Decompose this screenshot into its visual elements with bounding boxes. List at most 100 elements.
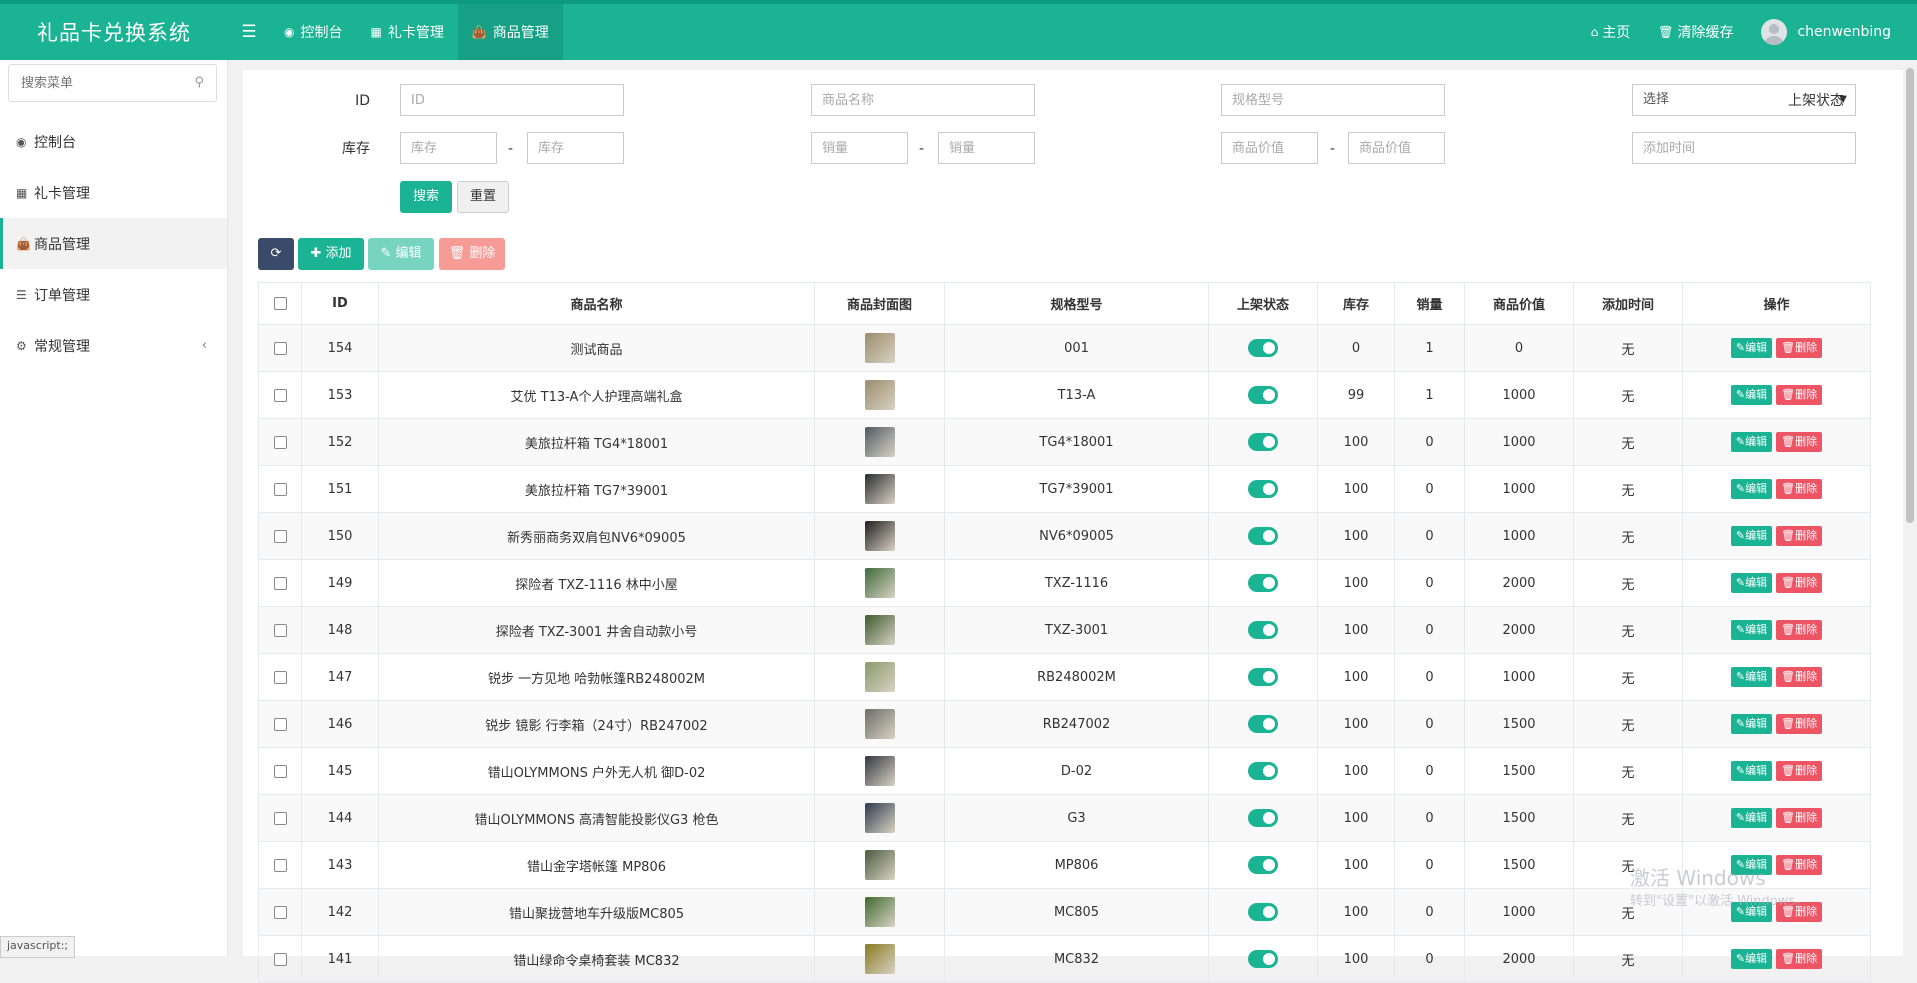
sidebar-item-orders[interactable]: ☰ 订单管理 <box>0 269 227 320</box>
product-thumbnail[interactable] <box>864 380 895 410</box>
row-edit-button[interactable]: ✎编辑 <box>1730 479 1773 499</box>
status-toggle[interactable] <box>1248 856 1278 874</box>
row-delete-button[interactable]: 🗑删除 <box>1776 385 1823 405</box>
column-header[interactable]: 上架状态 <box>1208 282 1318 325</box>
product-thumbnail[interactable] <box>864 709 895 739</box>
chevron-left-icon[interactable]: ‹ <box>202 338 207 353</box>
status-toggle[interactable] <box>1248 433 1278 451</box>
row-checkbox[interactable] <box>273 623 287 637</box>
edit-button[interactable]: ✎ 编辑 <box>368 238 434 270</box>
row-checkbox[interactable] <box>273 670 287 684</box>
product-thumbnail[interactable] <box>864 803 895 833</box>
column-header[interactable]: ID <box>301 282 379 325</box>
menu-toggle-icon[interactable]: ☰ <box>228 22 270 42</box>
row-checkbox[interactable] <box>273 905 287 919</box>
status-toggle[interactable] <box>1248 574 1278 592</box>
status-toggle[interactable] <box>1248 809 1278 827</box>
product-thumbnail[interactable] <box>864 333 895 363</box>
row-edit-button[interactable]: ✎编辑 <box>1730 949 1773 969</box>
scrollbar-thumb[interactable] <box>1906 68 1914 523</box>
filter-stock-max[interactable] <box>527 132 624 164</box>
user-menu[interactable]: chenwenbing <box>1747 19 1905 45</box>
row-edit-button[interactable]: ✎编辑 <box>1730 667 1773 687</box>
filter-value-max[interactable] <box>1348 132 1445 164</box>
row-edit-button[interactable]: ✎编辑 <box>1730 620 1773 640</box>
row-edit-button[interactable]: ✎编辑 <box>1730 573 1773 593</box>
row-checkbox[interactable] <box>273 576 287 590</box>
row-delete-button[interactable]: 🗑删除 <box>1776 949 1823 969</box>
filter-stock-min[interactable] <box>400 132 497 164</box>
product-thumbnail[interactable] <box>864 521 895 551</box>
column-header[interactable]: 商品名称 <box>378 282 815 325</box>
filter-value-min[interactable] <box>1221 132 1318 164</box>
row-delete-button[interactable]: 🗑删除 <box>1776 714 1823 734</box>
status-toggle[interactable] <box>1248 762 1278 780</box>
row-delete-button[interactable]: 🗑删除 <box>1776 855 1823 875</box>
reset-button[interactable]: 重置 <box>457 181 509 213</box>
column-header[interactable]: 商品价值 <box>1464 282 1574 325</box>
filter-id-input[interactable] <box>400 84 624 116</box>
row-checkbox[interactable] <box>273 764 287 778</box>
row-edit-button[interactable]: ✎编辑 <box>1730 808 1773 828</box>
status-toggle[interactable] <box>1248 950 1278 968</box>
clear-cache-link[interactable]: 🗑 清除缓存 <box>1644 22 1747 42</box>
sidebar-item-dashboard[interactable]: ◉ 控制台 <box>0 116 227 167</box>
filter-time-input[interactable] <box>1632 132 1856 164</box>
refresh-button[interactable]: ⟳ <box>258 238 294 270</box>
column-header[interactable]: 商品封面图 <box>814 282 945 325</box>
row-checkbox[interactable] <box>273 435 287 449</box>
filter-status-select[interactable]: 选择 ▼ <box>1632 84 1856 116</box>
select-all-checkbox[interactable] <box>273 297 287 310</box>
sidebar-item-giftcard[interactable]: ▦ 礼卡管理 <box>0 167 227 218</box>
topnav-products[interactable]: 👜 商品管理 <box>457 4 563 60</box>
row-edit-button[interactable]: ✎编辑 <box>1730 338 1773 358</box>
column-header[interactable]: 添加时间 <box>1573 282 1683 325</box>
topnav-giftcard[interactable]: ▦ 礼卡管理 <box>356 4 457 60</box>
row-checkbox[interactable] <box>273 952 287 966</box>
filter-sales-max[interactable] <box>938 132 1035 164</box>
sidebar-search-input[interactable] <box>9 65 216 101</box>
row-checkbox[interactable] <box>273 388 287 402</box>
row-delete-button[interactable]: 🗑删除 <box>1776 526 1823 546</box>
delete-button[interactable]: 🗑 删除 <box>439 238 505 270</box>
row-delete-button[interactable]: 🗑删除 <box>1776 808 1823 828</box>
filter-sales-min[interactable] <box>811 132 908 164</box>
filter-name-input[interactable] <box>811 84 1035 116</box>
row-checkbox[interactable] <box>273 341 287 355</box>
row-delete-button[interactable]: 🗑删除 <box>1776 667 1823 687</box>
search-button[interactable]: 搜索 <box>400 181 452 213</box>
product-thumbnail[interactable] <box>864 944 895 974</box>
column-header[interactable]: 销量 <box>1394 282 1465 325</box>
column-header[interactable]: 规格型号 <box>944 282 1209 325</box>
filter-spec-input[interactable] <box>1221 84 1445 116</box>
product-thumbnail[interactable] <box>864 897 895 927</box>
status-toggle[interactable] <box>1248 386 1278 404</box>
product-thumbnail[interactable] <box>864 568 895 598</box>
add-button[interactable]: ✚ 添加 <box>298 238 364 270</box>
row-delete-button[interactable]: 🗑删除 <box>1776 432 1823 452</box>
row-checkbox[interactable] <box>273 529 287 543</box>
page-scrollbar[interactable] <box>1903 60 1917 956</box>
status-toggle[interactable] <box>1248 339 1278 357</box>
column-header[interactable]: 库存 <box>1317 282 1395 325</box>
row-delete-button[interactable]: 🗑删除 <box>1776 620 1823 640</box>
topnav-dashboard[interactable]: ◉ 控制台 <box>270 4 356 60</box>
row-delete-button[interactable]: 🗑删除 <box>1776 761 1823 781</box>
status-toggle[interactable] <box>1248 668 1278 686</box>
row-edit-button[interactable]: ✎编辑 <box>1730 432 1773 452</box>
row-delete-button[interactable]: 🗑删除 <box>1776 573 1823 593</box>
row-edit-button[interactable]: ✎编辑 <box>1730 385 1773 405</box>
search-icon[interactable]: ⚲ <box>194 75 204 90</box>
row-edit-button[interactable]: ✎编辑 <box>1730 714 1773 734</box>
product-thumbnail[interactable] <box>864 427 895 457</box>
row-checkbox[interactable] <box>273 482 287 496</box>
product-thumbnail[interactable] <box>864 662 895 692</box>
row-edit-button[interactable]: ✎编辑 <box>1730 761 1773 781</box>
product-thumbnail[interactable] <box>864 756 895 786</box>
row-checkbox[interactable] <box>273 811 287 825</box>
home-link[interactable]: ⌂ 主页 <box>1577 22 1645 42</box>
row-delete-button[interactable]: 🗑删除 <box>1776 479 1823 499</box>
product-thumbnail[interactable] <box>864 615 895 645</box>
row-delete-button[interactable]: 🗑删除 <box>1776 338 1823 358</box>
row-checkbox[interactable] <box>273 717 287 731</box>
